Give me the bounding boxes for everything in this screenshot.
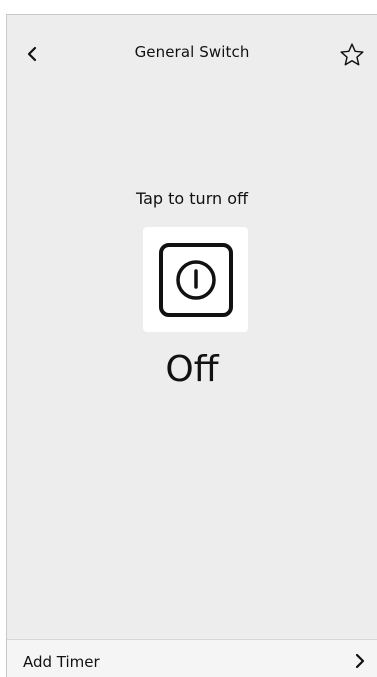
star-outline-icon [340, 43, 364, 66]
device-screen: General Switch Tap to turn off Off Add T… [6, 14, 377, 677]
add-timer-label: Add Timer [23, 653, 100, 671]
power-icon [158, 242, 233, 317]
add-timer-row[interactable]: Add Timer [7, 639, 377, 677]
favorite-button[interactable] [337, 40, 367, 70]
chevron-right-icon [353, 652, 367, 670]
power-toggle-button[interactable] [143, 227, 248, 332]
page-title: General Switch [134, 43, 250, 61]
switch-state: Off [165, 349, 219, 390]
tap-hint: Tap to turn off [135, 189, 249, 208]
top-bar: General Switch [7, 15, 377, 93]
